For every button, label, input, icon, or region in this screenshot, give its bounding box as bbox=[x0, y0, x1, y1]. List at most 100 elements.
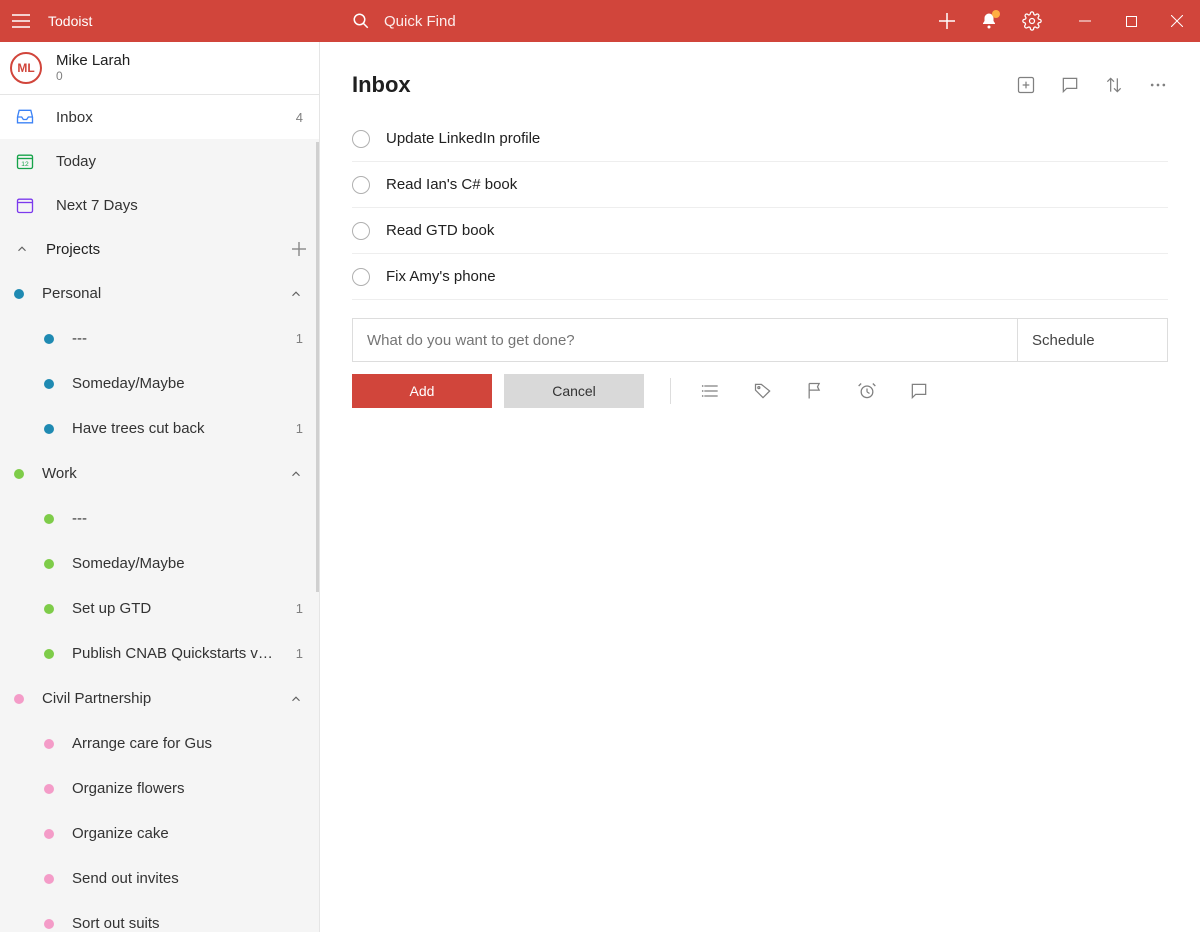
task-row[interactable]: Fix Amy's phone bbox=[352, 254, 1168, 300]
titlebar: Todoist bbox=[0, 0, 1200, 42]
project-subitem[interactable]: Sort out suits bbox=[0, 901, 319, 932]
project-label: Organize flowers bbox=[72, 780, 275, 797]
task-checkbox[interactable] bbox=[352, 130, 370, 148]
sort-icon[interactable] bbox=[1104, 75, 1124, 95]
task-list: Update LinkedIn profile Read Ian's C# boo… bbox=[352, 116, 1168, 300]
project-label: Set up GTD bbox=[72, 600, 275, 617]
avatar: ML bbox=[10, 52, 42, 84]
project-label: Work bbox=[42, 465, 243, 482]
task-checkbox[interactable] bbox=[352, 268, 370, 286]
project-label: Have trees cut back bbox=[72, 420, 275, 437]
project-subitem[interactable]: Organize flowers bbox=[0, 766, 319, 811]
project-subitem[interactable]: Someday/Maybe bbox=[0, 361, 319, 406]
project-subitem[interactable]: Send out invites bbox=[0, 856, 319, 901]
project-color-dot bbox=[44, 649, 54, 659]
chevron-up-icon bbox=[10, 242, 34, 256]
sidebar-item-today[interactable]: 12 Today bbox=[0, 139, 319, 183]
separator bbox=[670, 378, 671, 404]
task-row[interactable]: Update LinkedIn profile bbox=[352, 116, 1168, 162]
project-count: 1 bbox=[293, 331, 303, 346]
priority-icon[interactable] bbox=[795, 377, 835, 405]
sidebar: ML Mike Larah 0 Inbox 4 12 Today bbox=[0, 42, 320, 932]
project-count: 1 bbox=[293, 421, 303, 436]
search-input[interactable] bbox=[382, 12, 682, 31]
project-color-dot bbox=[44, 514, 54, 524]
notifications-icon[interactable] bbox=[980, 12, 998, 30]
project-subitem[interactable]: Arrange care for Gus bbox=[0, 721, 319, 766]
project-label: Sort out suits bbox=[72, 915, 275, 932]
calendar-today-icon: 12 bbox=[14, 151, 36, 171]
task-input[interactable] bbox=[353, 319, 1017, 361]
project-item[interactable]: Personal bbox=[0, 271, 319, 316]
settings-icon[interactable] bbox=[1022, 11, 1042, 31]
main: Inbox bbox=[320, 42, 1200, 932]
project-subitem[interactable]: Set up GTD 1 bbox=[0, 586, 319, 631]
search-icon[interactable] bbox=[352, 12, 370, 30]
projects-header[interactable]: Projects bbox=[0, 227, 319, 271]
project-subitem[interactable]: Organize cake bbox=[0, 811, 319, 856]
sidebar-item-inbox[interactable]: Inbox 4 bbox=[0, 95, 319, 139]
schedule-button[interactable]: Schedule bbox=[1017, 319, 1167, 361]
project-count: 1 bbox=[293, 646, 303, 661]
project-label: --- bbox=[72, 330, 275, 347]
projects-label: Projects bbox=[46, 241, 279, 258]
window-maximize-icon[interactable] bbox=[1108, 0, 1154, 42]
task-title: Read Ian's C# book bbox=[386, 176, 517, 193]
chevron-up-icon[interactable] bbox=[289, 467, 303, 481]
more-icon[interactable] bbox=[1148, 75, 1168, 95]
task-checkbox[interactable] bbox=[352, 176, 370, 194]
project-label: Someday/Maybe bbox=[72, 375, 275, 392]
chevron-up-icon[interactable] bbox=[289, 692, 303, 706]
task-title: Read GTD book bbox=[386, 222, 494, 239]
project-label: Arrange care for Gus bbox=[72, 735, 275, 752]
project-color-dot bbox=[44, 784, 54, 794]
inbox-icon bbox=[14, 107, 36, 127]
project-subitem[interactable]: Publish CNAB Quickstarts vid... 1 bbox=[0, 631, 319, 676]
hamburger-icon[interactable] bbox=[12, 14, 30, 28]
project-list: Personal --- 1 Someday/Maybe Have trees cut … bbox=[0, 271, 319, 932]
project-subitem[interactable]: --- bbox=[0, 496, 319, 541]
project-color-dot bbox=[44, 559, 54, 569]
add-task-icon[interactable] bbox=[938, 12, 956, 30]
project-label: Publish CNAB Quickstarts vid... bbox=[72, 645, 275, 662]
today-label: Today bbox=[56, 153, 303, 170]
task-title: Fix Amy's phone bbox=[386, 268, 496, 285]
window-close-icon[interactable] bbox=[1154, 0, 1200, 42]
comments-icon[interactable] bbox=[1060, 75, 1080, 95]
quick-add: Schedule Add Cancel bbox=[352, 318, 1168, 408]
inbox-label: Inbox bbox=[56, 109, 276, 126]
project-subitem[interactable]: --- 1 bbox=[0, 316, 319, 361]
task-checkbox[interactable] bbox=[352, 222, 370, 240]
task-row[interactable]: Read Ian's C# book bbox=[352, 162, 1168, 208]
project-color-dot bbox=[14, 289, 24, 299]
project-label: Civil Partnership bbox=[42, 690, 243, 707]
chevron-up-icon[interactable] bbox=[289, 287, 303, 301]
project-label: --- bbox=[72, 510, 275, 527]
task-row[interactable]: Read GTD book bbox=[352, 208, 1168, 254]
project-item[interactable]: Work bbox=[0, 451, 319, 496]
label-icon[interactable] bbox=[743, 377, 783, 405]
task-title: Update LinkedIn profile bbox=[386, 130, 540, 147]
sidebar-item-next7days[interactable]: Next 7 Days bbox=[0, 183, 319, 227]
user-row[interactable]: ML Mike Larah 0 bbox=[0, 42, 319, 95]
project-label: Organize cake bbox=[72, 825, 275, 842]
project-picker-icon[interactable] bbox=[691, 377, 731, 405]
project-color-dot bbox=[44, 739, 54, 749]
inbox-count: 4 bbox=[296, 110, 303, 125]
project-count: 1 bbox=[293, 601, 303, 616]
project-label: Someday/Maybe bbox=[72, 555, 275, 572]
add-button[interactable]: Add bbox=[352, 374, 492, 408]
project-subitem[interactable]: Have trees cut back 1 bbox=[0, 406, 319, 451]
cancel-button[interactable]: Cancel bbox=[504, 374, 644, 408]
add-project-icon[interactable] bbox=[291, 241, 307, 257]
comment-icon[interactable] bbox=[899, 377, 939, 405]
reminder-icon[interactable] bbox=[847, 377, 887, 405]
project-color-dot bbox=[44, 379, 54, 389]
project-item[interactable]: Civil Partnership bbox=[0, 676, 319, 721]
add-section-icon[interactable] bbox=[1016, 75, 1036, 95]
svg-text:12: 12 bbox=[21, 161, 29, 168]
page-title: Inbox bbox=[352, 72, 1016, 98]
app-name: Todoist bbox=[48, 13, 92, 29]
project-subitem[interactable]: Someday/Maybe bbox=[0, 541, 319, 586]
window-minimize-icon[interactable] bbox=[1062, 0, 1108, 42]
